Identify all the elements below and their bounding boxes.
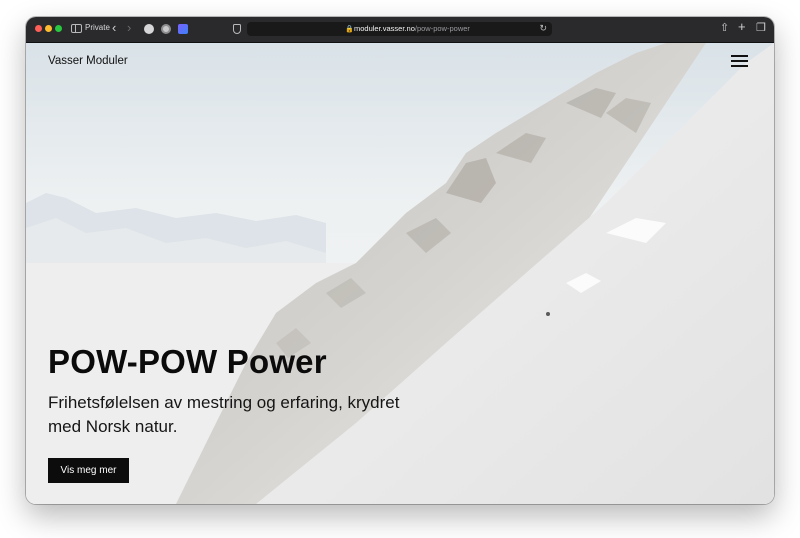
reload-icon[interactable]: ↻ [539,23,547,34]
address-bar[interactable]: 🔒 moduler.vasser.no/pow-pow-power ↻ [247,22,552,36]
url-path: /pow-pow-power [414,24,470,33]
url-host: moduler.vasser.no [354,24,415,33]
forward-icon[interactable]: › [127,20,131,35]
favorite-site-icon[interactable] [178,24,188,34]
hero-subtitle: Frihetsfølelsen av mestring og erfaring,… [48,393,400,436]
new-tab-icon[interactable]: + [738,19,746,34]
site-brand[interactable]: Vasser Moduler [48,55,128,67]
browser-window: Private ‹ › 🔒 moduler.vasser.no/pow-pow-… [26,17,774,504]
minimize-window-button[interactable] [45,25,52,32]
hero-title: POW-POW Power [48,343,327,380]
menu-bar [731,65,748,67]
favorite-site-icon[interactable] [161,24,171,34]
shield-icon[interactable] [233,24,241,34]
zoom-window-button[interactable] [55,25,62,32]
url-text: moduler.vasser.no/pow-pow-power [354,24,470,33]
hamburger-menu-icon[interactable] [731,53,749,67]
menu-bar [731,60,748,62]
sidebar-toggle-icon[interactable] [71,24,82,33]
browser-toolbar: Private ‹ › 🔒 moduler.vasser.no/pow-pow-… [26,17,774,43]
tab-overview-icon[interactable]: ❐ [756,21,766,34]
menu-bar [731,55,748,57]
lock-icon: 🔒 [345,26,354,33]
favorite-site-icon[interactable] [144,24,154,34]
web-page: Vasser Moduler POW-POW Power Frihetsføle… [26,43,774,504]
back-icon[interactable]: ‹ [112,20,116,35]
close-window-button[interactable] [35,25,42,32]
private-mode-label: Private [85,23,110,32]
show-more-button[interactable]: Vis meg mer [48,458,129,483]
share-icon[interactable]: ⇧ [720,21,729,34]
